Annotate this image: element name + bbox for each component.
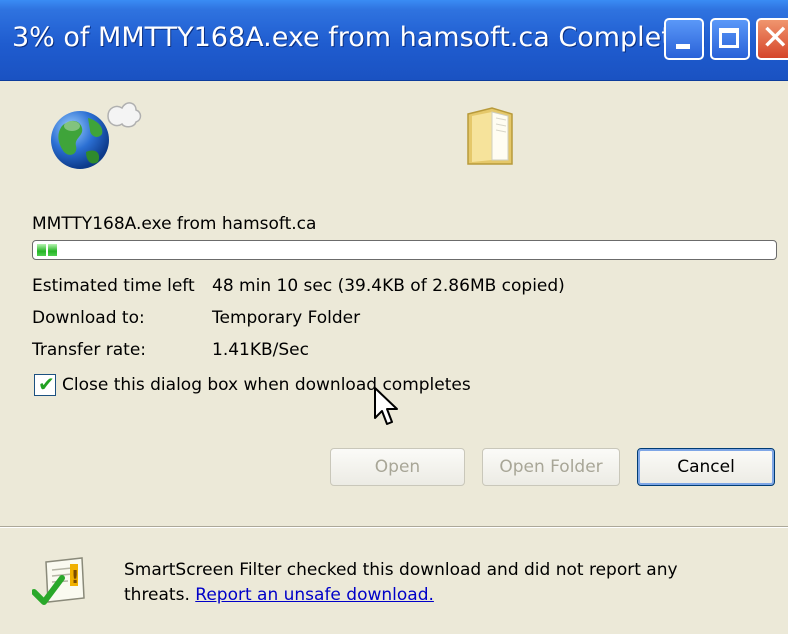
minimize-button[interactable] — [664, 18, 704, 60]
progress-fill — [37, 244, 57, 256]
checkmark-icon: ✔ — [38, 372, 55, 396]
maximize-button[interactable] — [710, 18, 750, 60]
file-label: MMTTY168A.exe from hamsoft.ca — [32, 214, 317, 234]
minimize-icon — [676, 44, 690, 49]
open-folder-button[interactable]: Open Folder — [482, 448, 620, 486]
progress-segment — [37, 244, 46, 256]
eta-value: 48 min 10 sec (39.4KB of 2.86MB copied) — [212, 276, 565, 296]
download-to-label: Download to: — [32, 308, 145, 328]
smartscreen-line2-prefix: threats. — [124, 585, 196, 605]
title-bar[interactable]: 3% of MMTTY168A.exe from hamsoft.ca Comp… — [0, 0, 788, 81]
close-icon: ✕ — [761, 18, 788, 58]
smartscreen-message: SmartScreen Filter checked this download… — [124, 558, 678, 608]
open-button[interactable]: Open — [330, 448, 465, 486]
close-button[interactable]: ✕ — [756, 18, 788, 60]
folder-icon — [467, 107, 513, 165]
report-unsafe-download-link[interactable]: Report an unsafe download. — [195, 585, 434, 605]
download-to-value: Temporary Folder — [212, 308, 361, 328]
cancel-button[interactable]: Cancel — [637, 448, 775, 486]
mouse-cursor-icon — [374, 387, 398, 425]
svg-text:!: ! — [71, 567, 79, 588]
transfer-rate-value: 1.41KB/Sec — [212, 340, 309, 360]
smartscreen-line1: SmartScreen Filter checked this download… — [124, 560, 678, 580]
maximize-icon — [719, 28, 739, 48]
separator — [0, 526, 788, 528]
smartscreen-line2: threats. Report an unsafe download. — [124, 583, 678, 608]
close-when-done-checkbox[interactable]: ✔ — [34, 372, 56, 396]
window-title: 3% of MMTTY168A.exe from hamsoft.ca Comp… — [12, 22, 706, 53]
download-progress-bar — [32, 240, 777, 260]
eta-label: Estimated time left — [32, 276, 195, 296]
progress-segment — [48, 244, 57, 256]
globe-icon — [51, 102, 142, 169]
transfer-rate-label: Transfer rate: — [32, 340, 147, 360]
smartscreen-check-icon: ! — [32, 557, 85, 605]
close-when-done-label[interactable]: Close this dialog box when download comp… — [62, 375, 471, 395]
